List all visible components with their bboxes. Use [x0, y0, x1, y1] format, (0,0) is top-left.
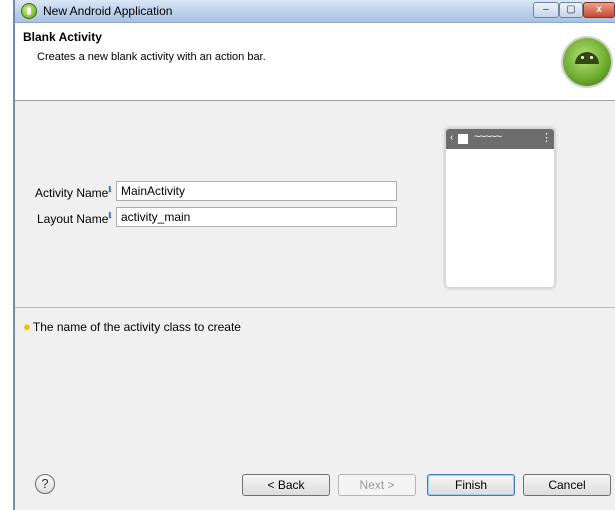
- page-title: Blank Activity: [23, 30, 102, 44]
- info-icon: ℹ: [108, 185, 112, 194]
- title-placeholder: ~~~~~: [474, 131, 502, 143]
- info-icon: ℹ: [108, 211, 112, 220]
- section-divider: [15, 307, 615, 308]
- help-button[interactable]: ?: [35, 474, 55, 494]
- page-description: Creates a new blank activity with an act…: [37, 51, 266, 63]
- preview-action-bar: ‹ ~~~~~ ⋮: [446, 129, 554, 149]
- android-app-icon: [21, 3, 37, 19]
- layout-name-field[interactable]: activity_main: [116, 207, 397, 227]
- close-button[interactable]: x: [583, 2, 615, 18]
- hint-text: The name of the activity class to create: [32, 320, 241, 334]
- back-button[interactable]: < Back: [242, 474, 330, 496]
- title-bar[interactable]: New Android Application – ▢ x: [15, 0, 615, 23]
- app-icon-placeholder: [458, 134, 468, 144]
- back-arrow-icon: ‹: [450, 132, 454, 143]
- lightbulb-icon: ●: [23, 319, 31, 334]
- window-title: New Android Application: [43, 4, 173, 18]
- next-button[interactable]: Next >: [338, 474, 416, 496]
- overflow-menu-icon: ⋮: [541, 132, 552, 144]
- finish-button[interactable]: Finish: [427, 474, 515, 496]
- activity-preview: ‹ ~~~~~ ⋮: [445, 128, 555, 288]
- activity-name-label: Activity Nameℹ: [35, 185, 112, 200]
- android-logo-icon: [563, 38, 611, 86]
- layout-name-label: Layout Nameℹ: [37, 211, 112, 226]
- maximize-button[interactable]: ▢: [559, 2, 583, 18]
- dialog-window: New Android Application – ▢ x Blank Acti…: [13, 0, 615, 510]
- activity-name-field[interactable]: MainActivity: [116, 181, 397, 201]
- hint-message: ● The name of the activity class to creat…: [23, 319, 241, 334]
- cancel-button[interactable]: Cancel: [523, 474, 611, 496]
- minimize-button[interactable]: –: [533, 2, 559, 18]
